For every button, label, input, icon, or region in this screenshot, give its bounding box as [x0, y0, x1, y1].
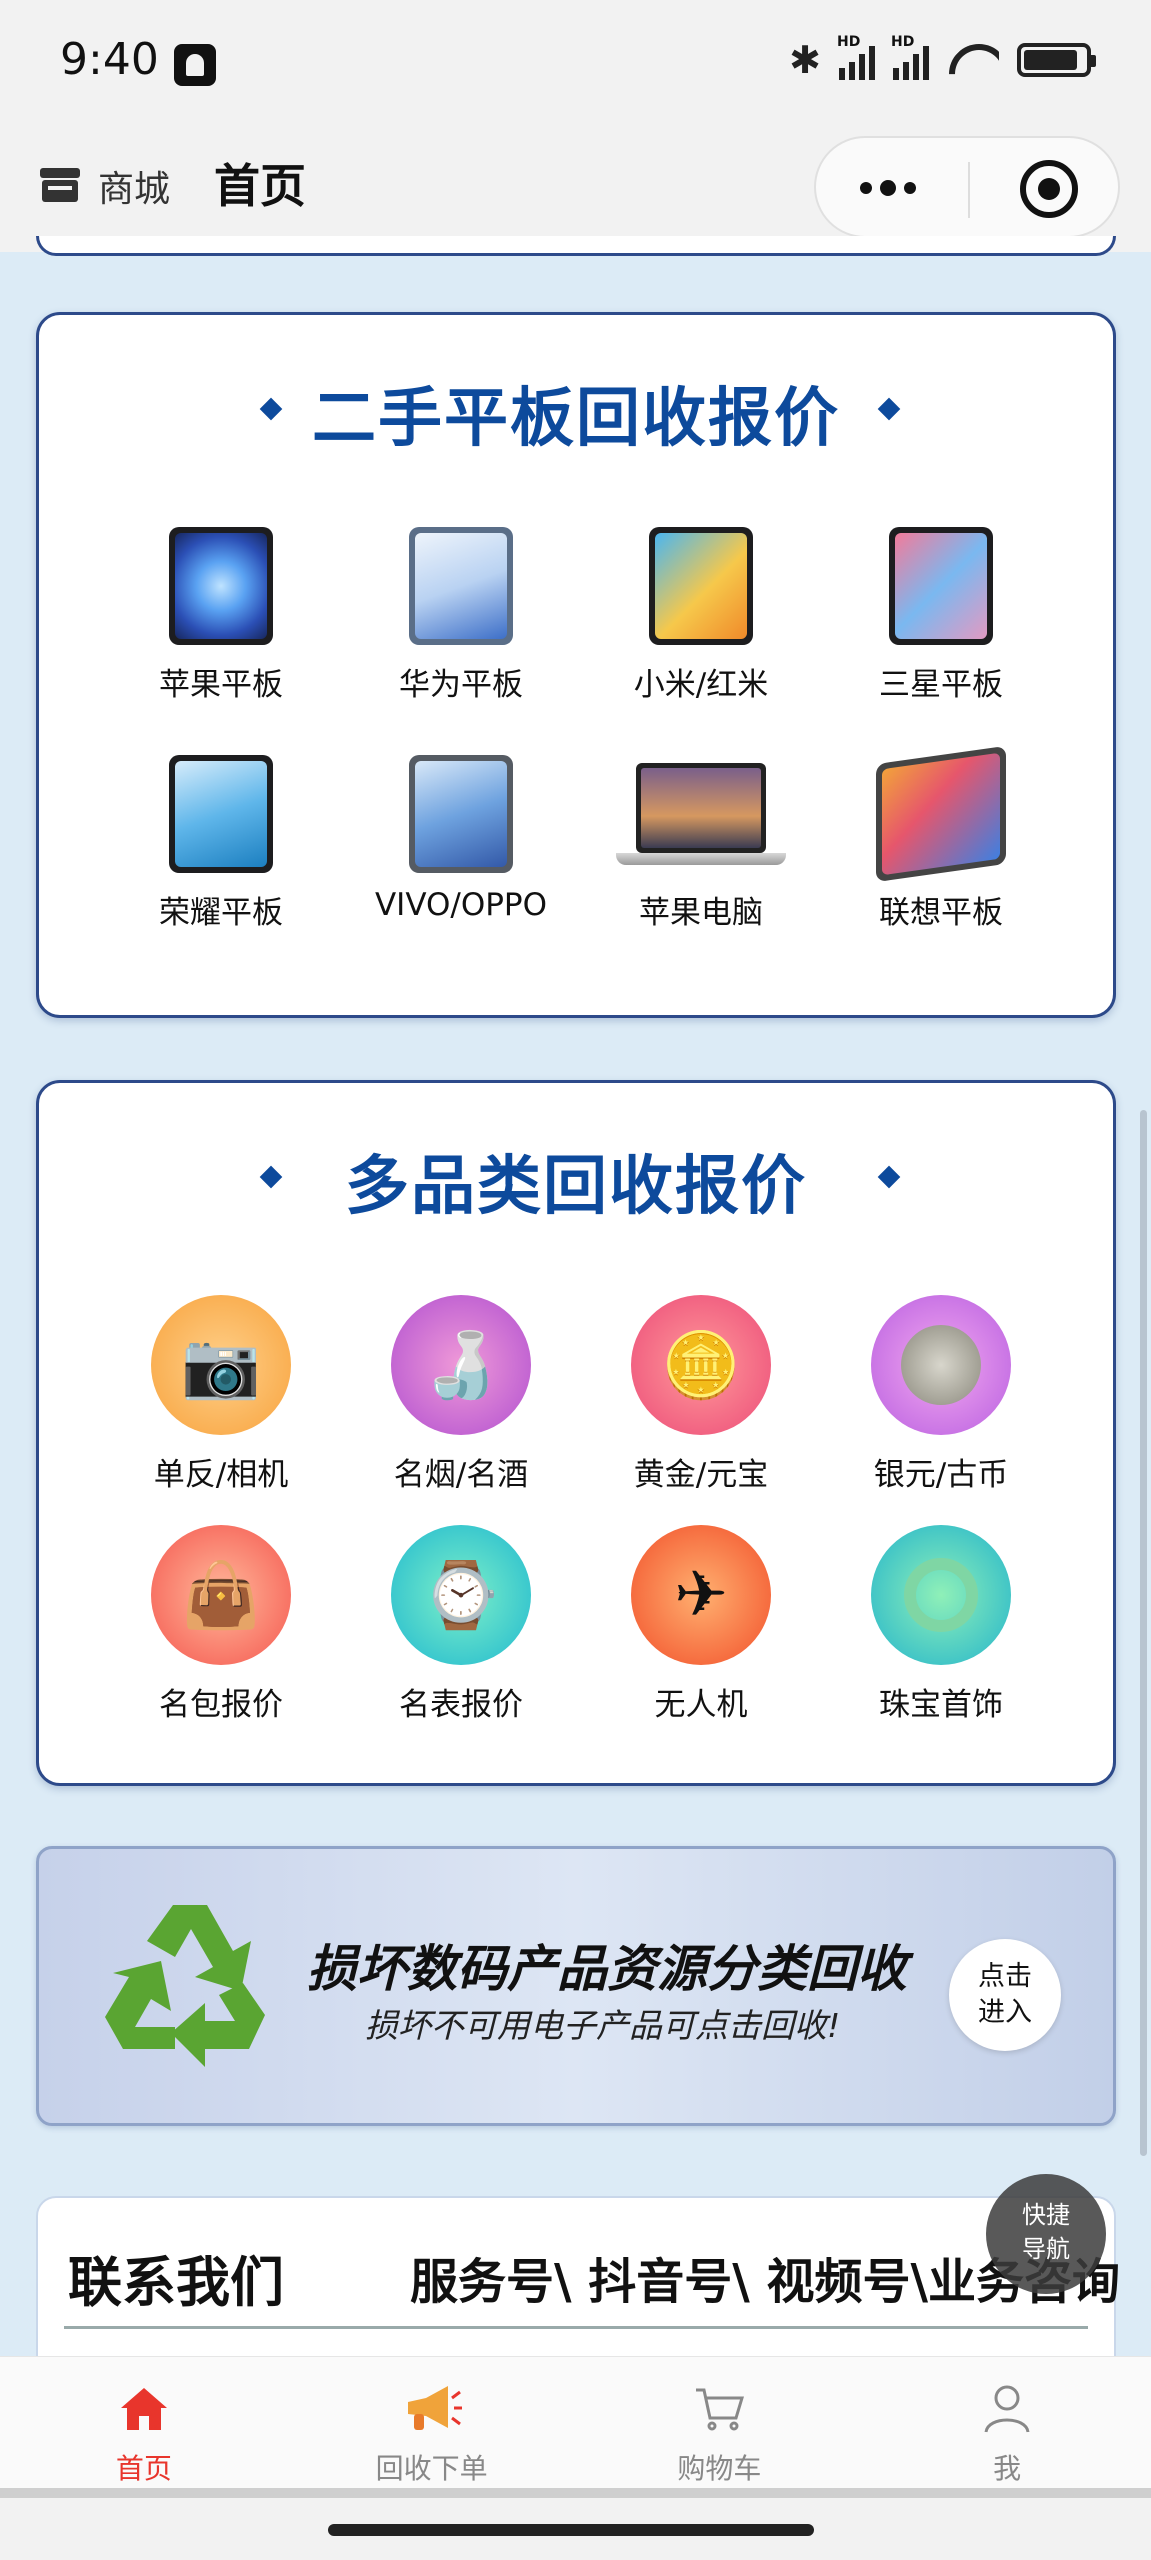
- tablet-item-label: VIVO/OPPO: [374, 887, 548, 923]
- category-item-label: 黄金/元宝: [633, 1457, 769, 1493]
- tablet-item-samsung[interactable]: 三星平板: [831, 527, 1051, 704]
- tablet-item-label: 华为平板: [399, 667, 523, 703]
- macbook-icon: [616, 755, 786, 873]
- home-indicator[interactable]: [328, 2524, 814, 2536]
- tablet-item-label: 联想平板: [879, 895, 1003, 931]
- signal-icon: HD: [837, 34, 875, 80]
- category-item-label: 名包报价: [159, 1687, 283, 1723]
- tab-home-label: 首页: [115, 2452, 172, 2485]
- home-icon: [0, 2381, 288, 2437]
- shop-icon[interactable]: [38, 164, 82, 204]
- contact-title: 联系我们: [68, 2251, 284, 2314]
- vivo-oppo-tablet-icon: [409, 755, 513, 873]
- tablet-item-label: 苹果平板: [159, 667, 283, 703]
- close-miniprogram-icon[interactable]: [1020, 160, 1078, 218]
- scrollbar[interactable]: [1140, 1110, 1147, 2156]
- enter-button-label: 点击 进入: [978, 1961, 1032, 2028]
- megaphone-icon: [288, 2381, 576, 2437]
- tab-recycle-order[interactable]: 回收下单: [288, 2357, 576, 2488]
- shop-label[interactable]: 商城: [98, 160, 170, 212]
- category-item-handbag[interactable]: 👜 名包报价: [111, 1525, 331, 1724]
- tablet-item-huawei[interactable]: 华为平板: [351, 527, 571, 704]
- battery-icon: [1017, 43, 1096, 77]
- category-item-drone[interactable]: ✈ 无人机: [591, 1525, 811, 1724]
- tab-recycle-order-label: 回收下单: [375, 2452, 488, 2485]
- tablet-item-label: 小米/红米: [633, 667, 769, 703]
- bluetooth-icon: ✱: [789, 38, 821, 82]
- status-time: 9:40: [60, 34, 159, 85]
- title-bar: 商城 首页: [0, 126, 1151, 252]
- jade-ring-icon: [871, 1525, 1011, 1665]
- liquor-icon: 🍶: [391, 1295, 531, 1435]
- tablet-item-macbook[interactable]: 苹果电脑: [591, 755, 811, 932]
- tablet-item-label: 三星平板: [879, 667, 1003, 703]
- damaged-electronics-banner[interactable]: 损坏数码产品资源分类回收 损坏不可用电子产品可点击回收! 点击 进入: [36, 1846, 1116, 2126]
- category-item-silver-coin[interactable]: 银元/古币: [831, 1295, 1051, 1494]
- category-item-label: 单反/相机: [153, 1457, 289, 1493]
- notification-icon: [174, 44, 216, 86]
- capsule-divider: [968, 162, 970, 218]
- category-item-label: 名烟/名酒: [393, 1457, 529, 1493]
- quick-nav-button[interactable]: 快捷 导航: [986, 2174, 1106, 2294]
- cart-icon: [576, 2381, 864, 2437]
- huawei-tablet-icon: [409, 527, 513, 645]
- hd-label: HD: [837, 34, 861, 50]
- silver-coin-icon: [871, 1295, 1011, 1435]
- category-item-jewelry[interactable]: 珠宝首饰: [831, 1525, 1051, 1724]
- tablet-item-apple[interactable]: 苹果平板: [111, 527, 331, 704]
- tablet-item-lenovo[interactable]: 联想平板: [831, 745, 1051, 932]
- signal-icon-2: HD: [891, 34, 929, 80]
- tab-bar: 首页 回收下单 购物车 我: [0, 2356, 1151, 2488]
- tablet-item-label: 荣耀平板: [159, 895, 283, 931]
- tab-cart[interactable]: 购物车: [576, 2357, 864, 2488]
- miniprogram-capsule: [814, 136, 1120, 238]
- banner-title: 损坏数码产品资源分类回收: [307, 1940, 907, 1998]
- system-icons: ✱ HD HD: [789, 34, 1096, 82]
- category-item-label: 名表报价: [399, 1687, 523, 1723]
- category-item-watch[interactable]: ⌚ 名表报价: [351, 1525, 571, 1724]
- page-title: 首页: [214, 159, 306, 213]
- tablet-item-vivo-oppo[interactable]: VIVO/OPPO: [351, 755, 571, 923]
- ipad-icon: [169, 527, 273, 645]
- enter-button[interactable]: 点击 进入: [949, 1939, 1061, 2051]
- tablet-section-title: 二手平板回收报价: [312, 382, 840, 456]
- samsung-tablet-icon: [889, 527, 993, 645]
- tablet-recycle-card: 二手平板回收报价 苹果平板 华为平板 小米/红米 三星平板 荣耀平板 VIVO/…: [36, 312, 1116, 1018]
- category-item-label: 银元/古币: [873, 1457, 1009, 1493]
- category-item-label: 珠宝首饰: [879, 1687, 1003, 1723]
- category-item-gold[interactable]: 🪙 黄金/元宝: [591, 1295, 811, 1494]
- category-section-title: 多品类回收报价: [345, 1150, 807, 1224]
- tab-me-label: 我: [993, 2452, 1022, 2485]
- wifi-icon: [947, 40, 999, 80]
- category-item-label: 无人机: [654, 1687, 748, 1723]
- tablet-item-honor[interactable]: 荣耀平板: [111, 755, 331, 932]
- hd-label-2: HD: [891, 34, 915, 50]
- contact-divider: [64, 2326, 1088, 2329]
- banner-subtitle: 损坏不可用电子产品可点击回收!: [365, 2006, 841, 2045]
- tablet-item-label: 苹果电脑: [639, 895, 763, 931]
- drone-icon: ✈: [631, 1525, 771, 1665]
- quick-nav-label: 快捷 导航: [1022, 2201, 1070, 2263]
- previous-card-edge: [36, 236, 1116, 256]
- category-item-liquor[interactable]: 🍶 名烟/名酒: [351, 1295, 571, 1494]
- tab-cart-label: 购物车: [677, 2452, 762, 2485]
- watch-icon: ⌚: [391, 1525, 531, 1665]
- camera-icon: 📷: [151, 1295, 291, 1435]
- user-icon: [863, 2381, 1151, 2437]
- lenovo-tablet-icon: [876, 745, 1006, 883]
- handbag-icon: 👜: [151, 1525, 291, 1665]
- tablet-item-xiaomi[interactable]: 小米/红米: [591, 527, 811, 704]
- category-item-camera[interactable]: 📷 单反/相机: [111, 1295, 331, 1494]
- recycle-icon: [105, 1905, 265, 2067]
- honor-tablet-icon: [169, 755, 273, 873]
- tab-me[interactable]: 我: [863, 2357, 1151, 2488]
- status-bar: 9:40 ✱ HD HD: [0, 0, 1151, 126]
- tab-home[interactable]: 首页: [0, 2357, 288, 2488]
- category-recycle-card: 多品类回收报价 📷 单反/相机 🍶 名烟/名酒 🪙 黄金/元宝 银元/古币 👜 …: [36, 1080, 1116, 1786]
- gold-bar-icon: 🪙: [631, 1295, 771, 1435]
- more-icon[interactable]: [860, 180, 916, 196]
- xiaomi-tablet-icon: [649, 527, 753, 645]
